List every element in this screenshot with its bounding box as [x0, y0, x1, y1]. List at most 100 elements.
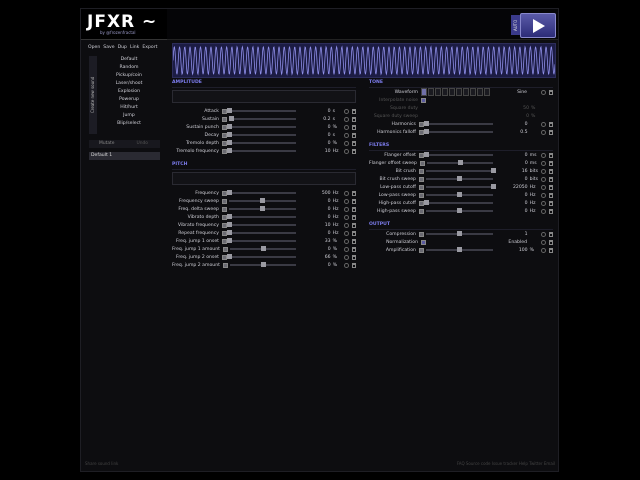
- lock-icon[interactable]: [352, 198, 356, 204]
- freq-jump-1-amount-reset-icon[interactable]: [222, 246, 228, 252]
- freq-jump-2-amount-slider[interactable]: [229, 262, 297, 267]
- amplification-slider-knob[interactable]: [457, 247, 463, 252]
- lock-icon[interactable]: [352, 238, 356, 244]
- vibrato-depth-slider[interactable]: [226, 214, 296, 219]
- low-pass-cutoff-slider[interactable]: [425, 184, 496, 189]
- randomize-toggle-icon[interactable]: [344, 230, 350, 236]
- frequency-sweep-slider-knob[interactable]: [260, 198, 266, 203]
- randomize-toggle-icon[interactable]: [344, 124, 350, 130]
- low-pass-sweep-reset-icon[interactable]: [418, 192, 424, 198]
- randomize-toggle-icon[interactable]: [344, 214, 350, 220]
- randomize-toggle-icon[interactable]: [541, 121, 547, 127]
- frequency-sweep-slider[interactable]: [228, 198, 296, 203]
- normalization-checkbox[interactable]: [421, 239, 426, 245]
- open-button[interactable]: Open: [88, 45, 100, 50]
- sustain-reset-icon[interactable]: [221, 116, 227, 122]
- randomize-toggle-icon[interactable]: [541, 239, 546, 245]
- play-button[interactable]: [520, 13, 556, 38]
- freq-jump-2-onset-slider-knob[interactable]: [226, 254, 232, 259]
- vibrato-frequency-slider[interactable]: [226, 222, 296, 227]
- bit-crush-sweep-slider-knob[interactable]: [457, 176, 463, 181]
- preset-explosion[interactable]: Explosion: [98, 88, 160, 96]
- lock-icon[interactable]: [549, 168, 553, 174]
- randomize-toggle-icon[interactable]: [344, 206, 350, 212]
- compression-slider-knob[interactable]: [457, 231, 463, 236]
- frequency-slider-knob[interactable]: [226, 190, 232, 195]
- history-item[interactable]: Default 1: [89, 152, 160, 160]
- high-pass-cutoff-slider[interactable]: [423, 200, 493, 205]
- lock-icon[interactable]: [352, 140, 356, 146]
- freq-jump-1-amount-slider[interactable]: [229, 246, 297, 251]
- breaker-wave-icon[interactable]: [463, 88, 469, 96]
- high-pass-sweep-slider[interactable]: [425, 208, 493, 213]
- lock-icon[interactable]: [352, 148, 356, 154]
- lock-icon[interactable]: [549, 160, 554, 166]
- footer-links[interactable]: FAQ Source code Issue tracker Help Twitt…: [457, 461, 555, 466]
- lock-icon[interactable]: [549, 129, 553, 135]
- lock-icon[interactable]: [352, 246, 356, 252]
- preset-pickup-coin[interactable]: Pickup/coin: [98, 72, 160, 80]
- lock-icon[interactable]: [549, 200, 553, 206]
- repeat-frequency-slider[interactable]: [226, 230, 296, 235]
- lock-icon[interactable]: [352, 190, 356, 196]
- lock-icon[interactable]: [549, 121, 553, 127]
- frequency-sweep-reset-icon[interactable]: [221, 198, 227, 204]
- freq-jump-2-amount-reset-icon[interactable]: [222, 262, 228, 268]
- sustain-slider[interactable]: [228, 116, 296, 121]
- white-noise-icon[interactable]: [470, 88, 476, 96]
- lock-icon[interactable]: [352, 214, 356, 220]
- preset-default[interactable]: Default: [98, 56, 160, 64]
- sustain-slider-knob[interactable]: [228, 116, 234, 121]
- waveform-preview[interactable]: [172, 43, 556, 78]
- preset-blip-select[interactable]: Blip/select: [98, 120, 160, 128]
- lock-icon[interactable]: [352, 254, 356, 260]
- waveform-selector[interactable]: [421, 88, 491, 96]
- randomize-toggle-icon[interactable]: [344, 140, 350, 146]
- randomize-toggle-icon[interactable]: [541, 231, 547, 237]
- dup-button[interactable]: Dup: [118, 45, 127, 50]
- harmonics-falloff-slider-knob[interactable]: [423, 129, 429, 134]
- sustain-punch-slider-knob[interactable]: [226, 124, 232, 129]
- freq-delta-sweep-slider[interactable]: [228, 206, 296, 211]
- randomize-toggle-icon[interactable]: [541, 192, 547, 198]
- preset-jump[interactable]: Jump: [98, 112, 160, 120]
- randomize-toggle-icon[interactable]: [344, 198, 350, 204]
- auto-play-toggle[interactable]: AUTO: [511, 15, 520, 35]
- preset-hit-hurt[interactable]: Hit/hurt: [98, 104, 160, 112]
- flanger-offset-sweep-slider-knob[interactable]: [458, 160, 464, 165]
- frequency-slider[interactable]: [226, 190, 296, 195]
- low-pass-sweep-slider[interactable]: [425, 192, 493, 197]
- high-pass-sweep-slider-knob[interactable]: [457, 208, 463, 213]
- harmonics-slider[interactable]: [423, 121, 493, 126]
- whistle-wave-icon[interactable]: [456, 88, 462, 96]
- sustain-punch-slider[interactable]: [226, 124, 296, 129]
- triangle-wave-icon[interactable]: [428, 88, 434, 96]
- randomize-toggle-icon[interactable]: [541, 200, 547, 206]
- randomize-toggle-icon[interactable]: [344, 132, 350, 138]
- lock-icon[interactable]: [549, 239, 553, 245]
- tremolo-depth-slider-knob[interactable]: [226, 140, 232, 145]
- randomize-toggle-icon[interactable]: [344, 190, 350, 196]
- randomize-toggle-icon[interactable]: [541, 176, 547, 182]
- lock-icon[interactable]: [352, 230, 356, 236]
- bit-crush-sweep-reset-icon[interactable]: [418, 176, 424, 182]
- low-pass-cutoff-reset-icon[interactable]: [418, 184, 424, 190]
- freq-jump-1-onset-slider[interactable]: [226, 238, 296, 243]
- randomize-toggle-icon[interactable]: [541, 208, 547, 214]
- randomize-toggle-icon[interactable]: [541, 152, 547, 158]
- randomize-toggle-icon[interactable]: [344, 254, 350, 260]
- mutate-button[interactable]: Mutate: [89, 140, 125, 148]
- low-pass-sweep-slider-knob[interactable]: [457, 192, 463, 197]
- freq-delta-sweep-reset-icon[interactable]: [221, 206, 227, 212]
- lock-icon[interactable]: [352, 262, 356, 268]
- randomize-toggle-icon[interactable]: [344, 246, 350, 252]
- lock-icon[interactable]: [549, 152, 553, 158]
- randomize-toggle-icon[interactable]: [541, 129, 547, 135]
- decay-slider-knob[interactable]: [226, 132, 232, 137]
- compression-reset-icon[interactable]: [418, 231, 424, 237]
- amplification-reset-icon[interactable]: [418, 247, 424, 253]
- interpolate-noise-checkbox[interactable]: [421, 97, 426, 103]
- freq-jump-2-amount-slider-knob[interactable]: [261, 262, 267, 267]
- freq-jump-1-amount-slider-knob[interactable]: [261, 246, 267, 251]
- compression-slider[interactable]: [425, 231, 493, 236]
